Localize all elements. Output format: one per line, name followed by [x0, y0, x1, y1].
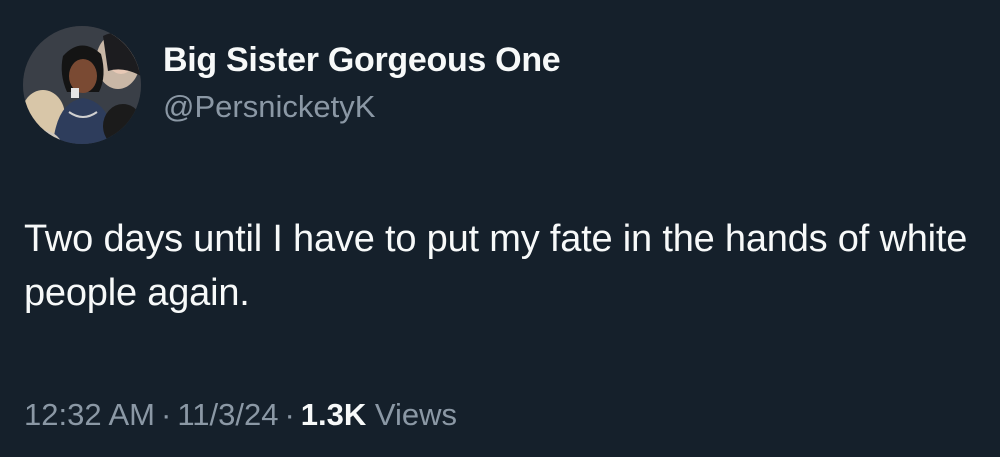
meta-separator: ·	[160, 397, 172, 432]
views-label[interactable]: Views	[375, 397, 457, 432]
user-handle[interactable]: @PersnicketyK	[163, 88, 375, 126]
avatar[interactable]	[23, 26, 141, 144]
tweet-meta: 12:32 AM · 11/3/24 · 1.3K Views	[24, 395, 457, 435]
tweet-card: Big Sister Gorgeous One @PersnicketyK Tw…	[0, 0, 1000, 457]
profile-photo-icon	[23, 26, 141, 144]
tweet-date[interactable]: 11/3/24	[177, 397, 278, 432]
meta-separator: ·	[284, 397, 295, 432]
tweet-text: Two days until I have to put my fate in …	[24, 218, 968, 314]
views-count[interactable]: 1.3K	[301, 397, 366, 432]
display-name[interactable]: Big Sister Gorgeous One	[163, 39, 561, 81]
tweet-time[interactable]: 12:32 AM	[24, 397, 155, 432]
